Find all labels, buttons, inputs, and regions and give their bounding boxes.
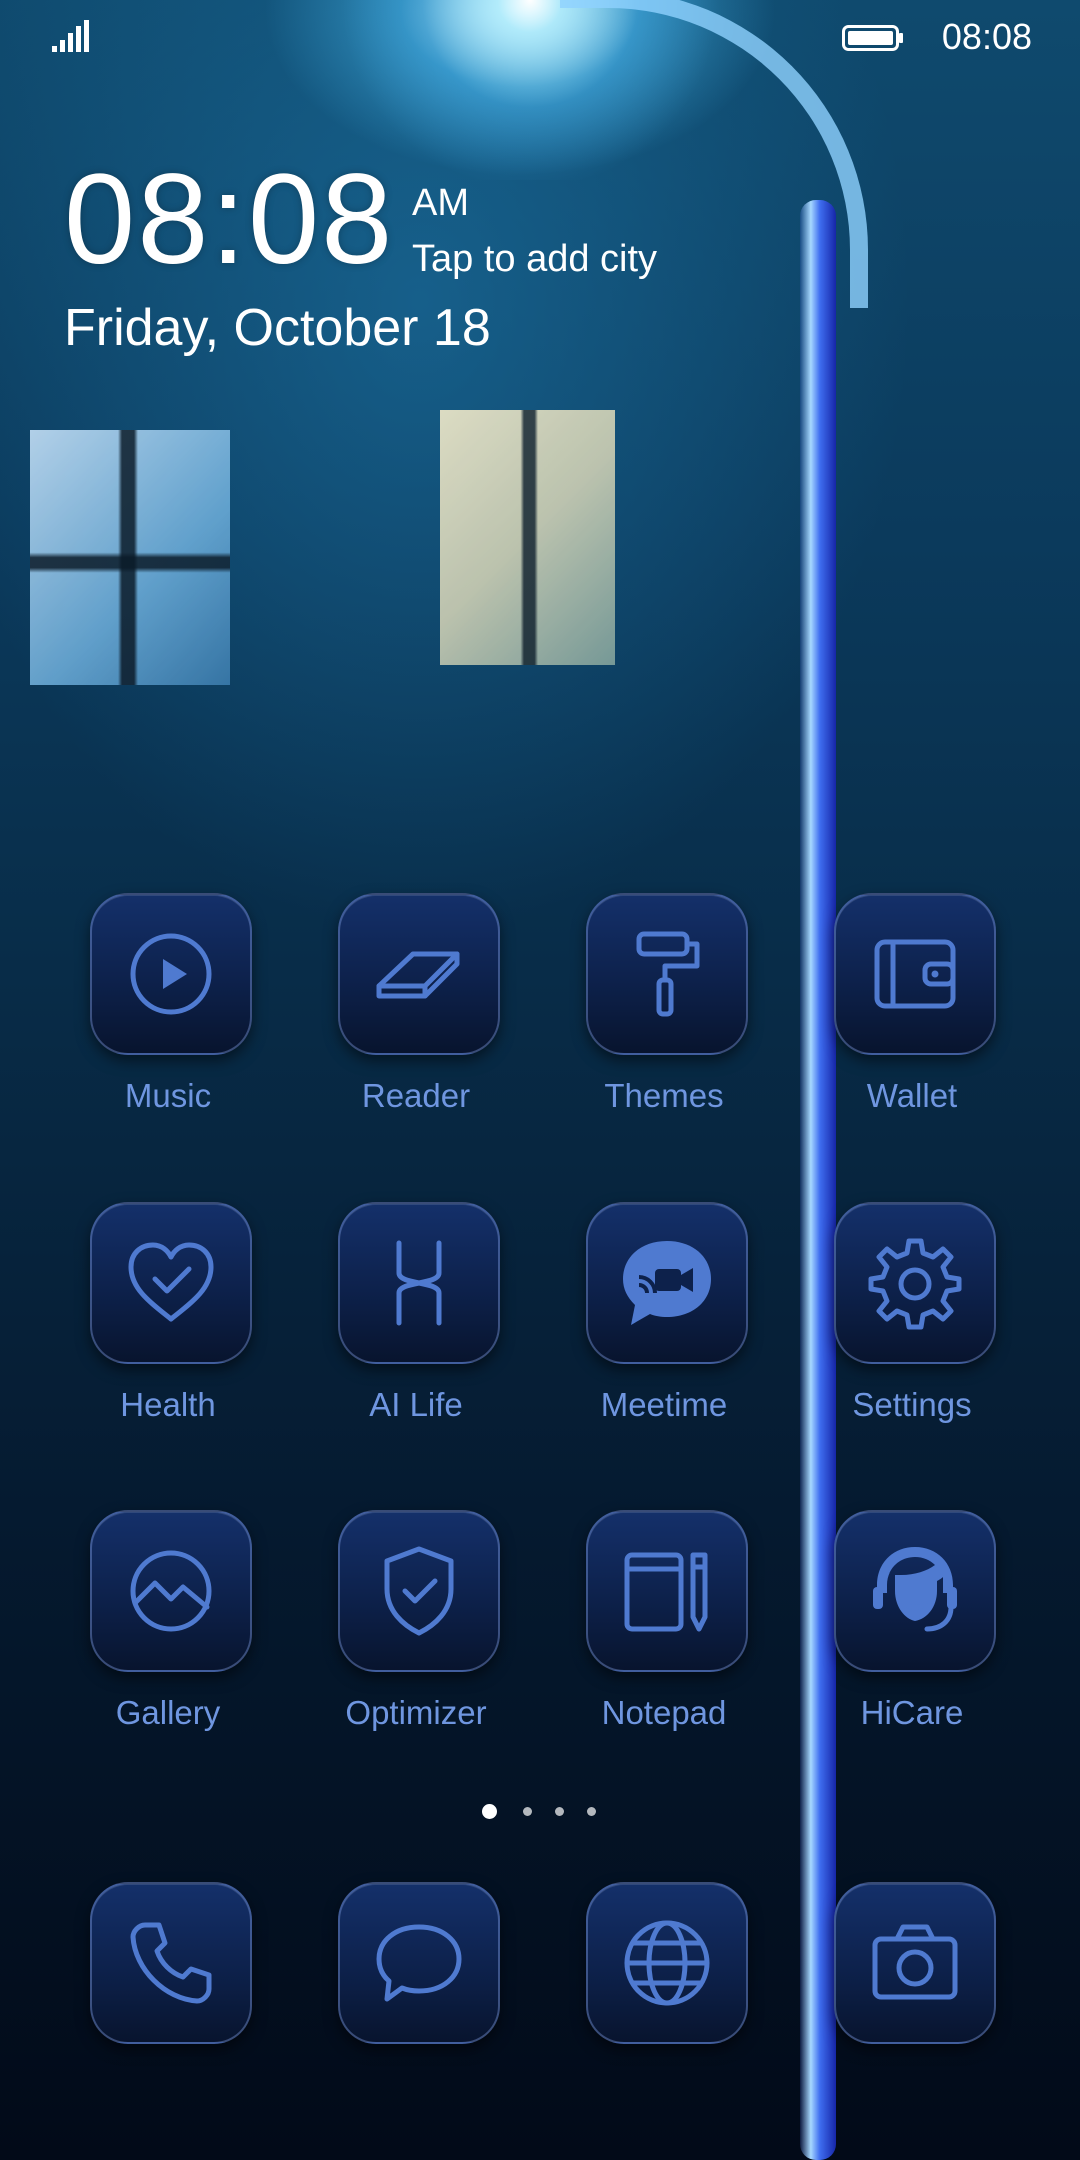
signal-bars-icon: [52, 20, 89, 52]
app-label: Gallery: [115, 1694, 221, 1731]
app-icon-tile[interactable]: [338, 893, 500, 1055]
page-dot[interactable]: [555, 1807, 564, 1816]
app-label: Reader: [361, 1077, 471, 1114]
app-label: Themes: [604, 1077, 724, 1114]
heart-check-icon: [128, 1242, 214, 1322]
app-hicare[interactable]: HiCare: [812, 1510, 1012, 1760]
app-icon-tile[interactable]: [834, 1882, 996, 2044]
status-bar: 08:08: [0, 0, 1080, 72]
app-label: Settings: [852, 1386, 972, 1423]
app-label: Optimizer: [345, 1694, 487, 1731]
app-reader[interactable]: Reader: [316, 893, 516, 1143]
app-icon-tile[interactable]: [338, 1202, 500, 1364]
video-chat-icon: [623, 1241, 711, 1325]
wallet-icon: [874, 939, 956, 1009]
dock-phone[interactable]: [68, 1882, 268, 2052]
app-label: Meetime: [600, 1386, 728, 1423]
page-dot[interactable]: [523, 1807, 532, 1816]
phone-icon: [130, 1922, 212, 2004]
app-health[interactable]: Health: [68, 1202, 268, 1452]
app-icon-tile[interactable]: [338, 1510, 500, 1672]
gallery-icon: [130, 1550, 212, 1632]
app-gallery[interactable]: Gallery: [68, 1510, 268, 1760]
clock-am-pm: AM: [412, 182, 469, 224]
wallpaper-window-right: [440, 410, 615, 665]
app-icon-tile[interactable]: [586, 1510, 748, 1672]
globe-icon: [624, 1920, 710, 2006]
app-label: Notepad: [601, 1694, 727, 1731]
clock-time[interactable]: 08:08: [64, 150, 394, 290]
app-ai-life[interactable]: AI Life: [316, 1202, 516, 1452]
notepad-icon: [624, 1552, 708, 1632]
app-label: Music: [124, 1077, 212, 1114]
page-dot-active[interactable]: [482, 1804, 497, 1819]
app-icon-tile[interactable]: [338, 1882, 500, 2044]
ai-life-icon: [396, 1240, 442, 1326]
book-icon: [376, 951, 460, 999]
app-label: Health: [120, 1386, 216, 1423]
camera-icon: [872, 1924, 958, 2000]
app-meetime[interactable]: Meetime: [564, 1202, 764, 1452]
battery-full-icon: [842, 25, 903, 51]
app-icon-tile[interactable]: [90, 1202, 252, 1364]
gear-icon: [868, 1238, 962, 1330]
page-dot[interactable]: [587, 1807, 596, 1816]
home-screen: 08:08 08:08 AM Tap to add city Friday, O…: [0, 0, 1080, 2160]
app-icon-tile[interactable]: [834, 1510, 996, 1672]
app-icon-tile[interactable]: [834, 1202, 996, 1364]
paint-roller-icon: [636, 931, 700, 1017]
app-icon-tile[interactable]: [90, 1882, 252, 2044]
app-optimizer[interactable]: Optimizer: [316, 1510, 516, 1760]
play-icon: [130, 933, 212, 1015]
app-settings[interactable]: Settings: [812, 1202, 1012, 1452]
app-music[interactable]: Music: [68, 893, 268, 1143]
clock-date[interactable]: Friday, October 18: [64, 298, 491, 358]
shield-check-icon: [384, 1546, 454, 1636]
app-label: HiCare: [860, 1694, 964, 1731]
app-icon-tile[interactable]: [586, 1202, 748, 1364]
message-icon: [376, 1924, 462, 2002]
app-themes[interactable]: Themes: [564, 893, 764, 1143]
wallpaper-window-left: [30, 430, 230, 685]
streetlight-pole: [800, 200, 836, 2160]
app-label: AI Life: [369, 1386, 463, 1423]
status-time: 08:08: [941, 16, 1032, 57]
app-icon-tile[interactable]: [586, 1882, 748, 2044]
app-icon-tile[interactable]: [834, 893, 996, 1055]
app-icon-tile[interactable]: [586, 893, 748, 1055]
app-wallet[interactable]: Wallet: [812, 893, 1012, 1143]
dock-messages[interactable]: [316, 1882, 516, 2052]
app-notepad[interactable]: Notepad: [564, 1510, 764, 1760]
dock-browser[interactable]: [564, 1882, 764, 2052]
headset-icon: [873, 1547, 957, 1632]
app-label: Wallet: [866, 1077, 958, 1114]
dock-camera[interactable]: [812, 1882, 1012, 2052]
add-city-link[interactable]: Tap to add city: [412, 238, 657, 281]
app-icon-tile[interactable]: [90, 893, 252, 1055]
app-icon-tile[interactable]: [90, 1510, 252, 1672]
